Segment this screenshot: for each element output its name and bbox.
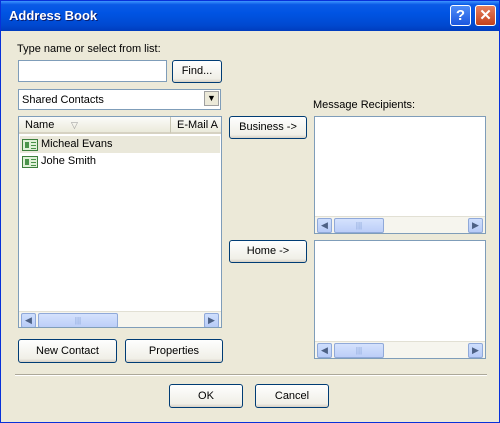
business-button-label: Business -> bbox=[239, 121, 297, 133]
divider bbox=[15, 374, 487, 376]
help-icon[interactable]: ? bbox=[450, 5, 471, 26]
address-book-window: Address Book ? ✕ Type name or select fro… bbox=[0, 0, 500, 423]
list-item[interactable]: Johe Smith bbox=[20, 153, 220, 170]
business-button[interactable]: Business -> bbox=[229, 116, 307, 139]
scroll-thumb[interactable]: ||| bbox=[334, 343, 384, 358]
search-input[interactable] bbox=[18, 60, 167, 82]
business-recipients-list[interactable]: ◀ ||| ▶ bbox=[314, 116, 486, 234]
home-recipients-scrollbar[interactable]: ◀ ||| ▶ bbox=[315, 341, 485, 358]
search-label: Type name or select from list: bbox=[17, 43, 161, 55]
contacts-list[interactable]: Name ▽ E-Mail A Micheal Evans Johe Smith… bbox=[18, 116, 222, 328]
close-icon[interactable]: ✕ bbox=[475, 5, 496, 26]
properties-button-label: Properties bbox=[148, 345, 200, 357]
business-recipients-scrollbar[interactable]: ◀ ||| ▶ bbox=[315, 216, 485, 233]
column-header-email[interactable]: E-Mail A bbox=[171, 117, 221, 134]
scroll-left-icon[interactable]: ◀ bbox=[317, 218, 332, 233]
scroll-left-icon[interactable]: ◀ bbox=[317, 343, 332, 358]
scroll-thumb[interactable]: ||| bbox=[38, 313, 118, 327]
new-contact-button-label: New Contact bbox=[36, 345, 99, 357]
contact-card-icon bbox=[22, 139, 38, 151]
column-header-name[interactable]: Name ▽ bbox=[19, 117, 171, 134]
home-recipients-list[interactable]: ◀ ||| ▶ bbox=[314, 240, 486, 359]
window-title: Address Book bbox=[9, 8, 98, 23]
chevron-down-icon[interactable]: ▼ bbox=[204, 91, 219, 106]
cancel-button[interactable]: Cancel bbox=[255, 384, 329, 408]
contact-name: Johe Smith bbox=[41, 155, 97, 167]
scroll-thumb[interactable]: ||| bbox=[334, 218, 384, 233]
scroll-right-icon[interactable]: ▶ bbox=[204, 313, 219, 327]
list-item[interactable]: Micheal Evans bbox=[20, 136, 220, 153]
ok-button-label: OK bbox=[198, 390, 214, 402]
home-button[interactable]: Home -> bbox=[229, 240, 307, 263]
ok-button[interactable]: OK bbox=[169, 384, 243, 408]
contact-source-value: Shared Contacts bbox=[22, 94, 104, 106]
home-button-label: Home -> bbox=[246, 245, 290, 257]
title-bar[interactable]: Address Book ? ✕ bbox=[1, 1, 499, 31]
column-header-email-label: E-Mail A bbox=[177, 119, 218, 131]
new-contact-button[interactable]: New Contact bbox=[18, 339, 117, 363]
find-button-label: Find... bbox=[181, 65, 213, 77]
column-header-name-label: Name bbox=[25, 119, 55, 131]
cancel-button-label: Cancel bbox=[274, 390, 310, 402]
contact-card-icon bbox=[22, 156, 38, 168]
properties-button[interactable]: Properties bbox=[125, 339, 223, 363]
contacts-horizontal-scrollbar[interactable]: ◀ ||| ▶ bbox=[19, 311, 221, 327]
contact-name: Micheal Evans bbox=[41, 138, 113, 150]
message-recipients-label: Message Recipients: bbox=[313, 99, 416, 111]
find-button[interactable]: Find... bbox=[172, 60, 222, 83]
scroll-right-icon[interactable]: ▶ bbox=[468, 343, 483, 358]
sort-indicator-icon: ▽ bbox=[71, 120, 78, 130]
scroll-left-icon[interactable]: ◀ bbox=[21, 313, 36, 327]
contact-source-dropdown[interactable]: Shared Contacts ▼ bbox=[18, 89, 221, 110]
scroll-right-icon[interactable]: ▶ bbox=[468, 218, 483, 233]
